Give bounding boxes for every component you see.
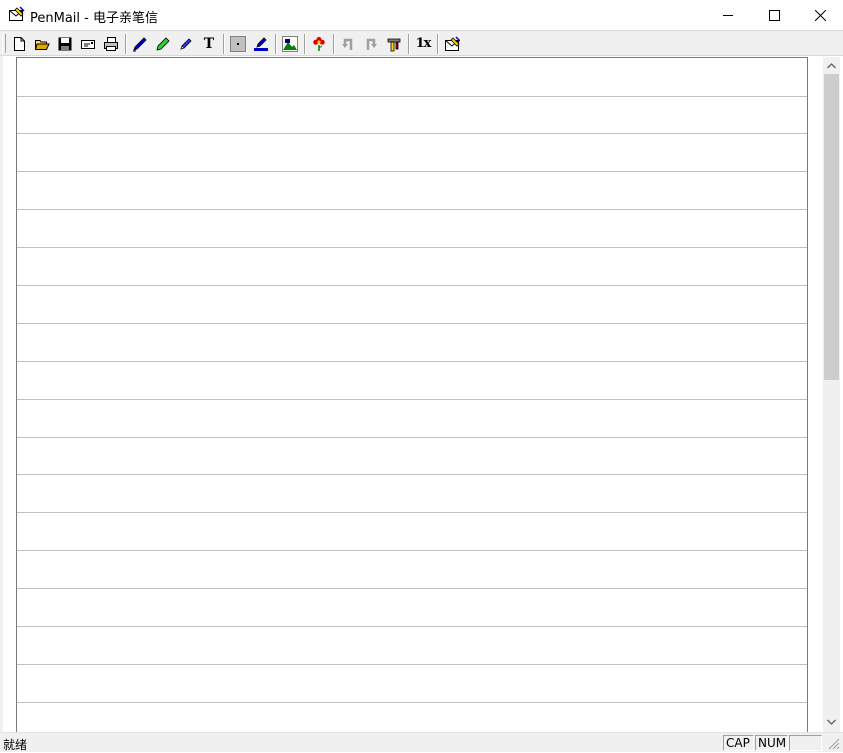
pen-icon xyxy=(133,36,147,51)
undo-icon xyxy=(342,38,353,50)
open-button[interactable] xyxy=(32,34,52,53)
left-frame-strip xyxy=(0,56,3,732)
chevron-up-icon xyxy=(827,62,836,68)
envelope-icon xyxy=(81,39,95,49)
dot-icon xyxy=(230,35,246,52)
title-bar: PenMail - 电子亲笔信 xyxy=(0,0,843,30)
folder-open-icon xyxy=(34,39,50,50)
background-button[interactable] xyxy=(280,34,300,53)
new-page-icon xyxy=(14,36,25,51)
pen-width-button[interactable] xyxy=(228,34,248,53)
text-icon: T xyxy=(203,35,215,52)
toolbar-grip[interactable] xyxy=(2,34,6,53)
printer-icon xyxy=(104,36,118,51)
status-message: 就绪 xyxy=(3,738,28,752)
zoom-1x-icon: 1x xyxy=(415,36,432,51)
toolbar: T 1x xyxy=(0,30,843,56)
close-button[interactable] xyxy=(797,0,843,30)
text-tool-button[interactable]: T xyxy=(199,34,219,53)
redo-button[interactable] xyxy=(361,34,381,53)
print-button[interactable] xyxy=(101,34,121,53)
toolbar-separator xyxy=(333,34,335,54)
pen-color-button[interactable] xyxy=(251,34,271,53)
pen-color-icon xyxy=(254,36,268,51)
toolbar-separator xyxy=(408,34,410,54)
new-document-button[interactable] xyxy=(9,34,29,53)
floppy-disk-icon xyxy=(58,37,72,50)
scroll-thumb[interactable] xyxy=(824,74,839,380)
status-pane-empty xyxy=(789,735,822,751)
redo-icon xyxy=(366,38,377,50)
maximize-button[interactable] xyxy=(751,0,797,30)
toolbar-separator xyxy=(437,34,439,54)
writing-canvas[interactable] xyxy=(16,57,808,732)
toolbar-separator xyxy=(125,34,127,54)
save-button[interactable] xyxy=(55,34,75,53)
chevron-down-icon xyxy=(827,719,836,725)
num-lock-indicator: NUM xyxy=(755,735,788,751)
highlighter-icon xyxy=(156,36,170,51)
minimize-icon xyxy=(722,14,733,16)
envelope-button[interactable] xyxy=(78,34,98,53)
background-image-icon xyxy=(282,35,298,52)
tools-icon xyxy=(387,38,401,51)
toolbar-separator xyxy=(275,34,277,54)
penmail-app-icon xyxy=(8,6,25,23)
pen-button[interactable] xyxy=(130,34,150,53)
toolbar-separator xyxy=(223,34,225,54)
toolbar-separator xyxy=(304,34,306,54)
zoom-button[interactable]: 1x xyxy=(413,34,433,53)
resize-grip-icon[interactable] xyxy=(828,738,840,750)
eraser-icon xyxy=(180,37,192,50)
tools-button[interactable] xyxy=(384,34,404,53)
highlighter-button[interactable] xyxy=(153,34,173,53)
scroll-up-button[interactable] xyxy=(823,57,840,74)
close-icon xyxy=(814,9,826,21)
ruled-lines xyxy=(17,96,807,703)
minimize-button[interactable] xyxy=(705,0,751,30)
mail-send-icon xyxy=(445,35,460,51)
undo-button[interactable] xyxy=(338,34,358,53)
vertical-scrollbar[interactable] xyxy=(823,57,840,732)
window-title: PenMail - 电子亲笔信 xyxy=(30,11,158,26)
flower-icon xyxy=(313,36,325,51)
send-mail-button[interactable] xyxy=(442,34,462,53)
maximize-icon xyxy=(768,9,780,21)
stamp-button[interactable] xyxy=(309,34,329,53)
scroll-down-button[interactable] xyxy=(823,713,840,730)
caps-lock-indicator: CAP xyxy=(723,735,754,751)
canvas-gutter xyxy=(808,57,823,732)
eraser-button[interactable] xyxy=(176,34,196,53)
status-bar: 就绪 CAP NUM xyxy=(0,732,843,752)
